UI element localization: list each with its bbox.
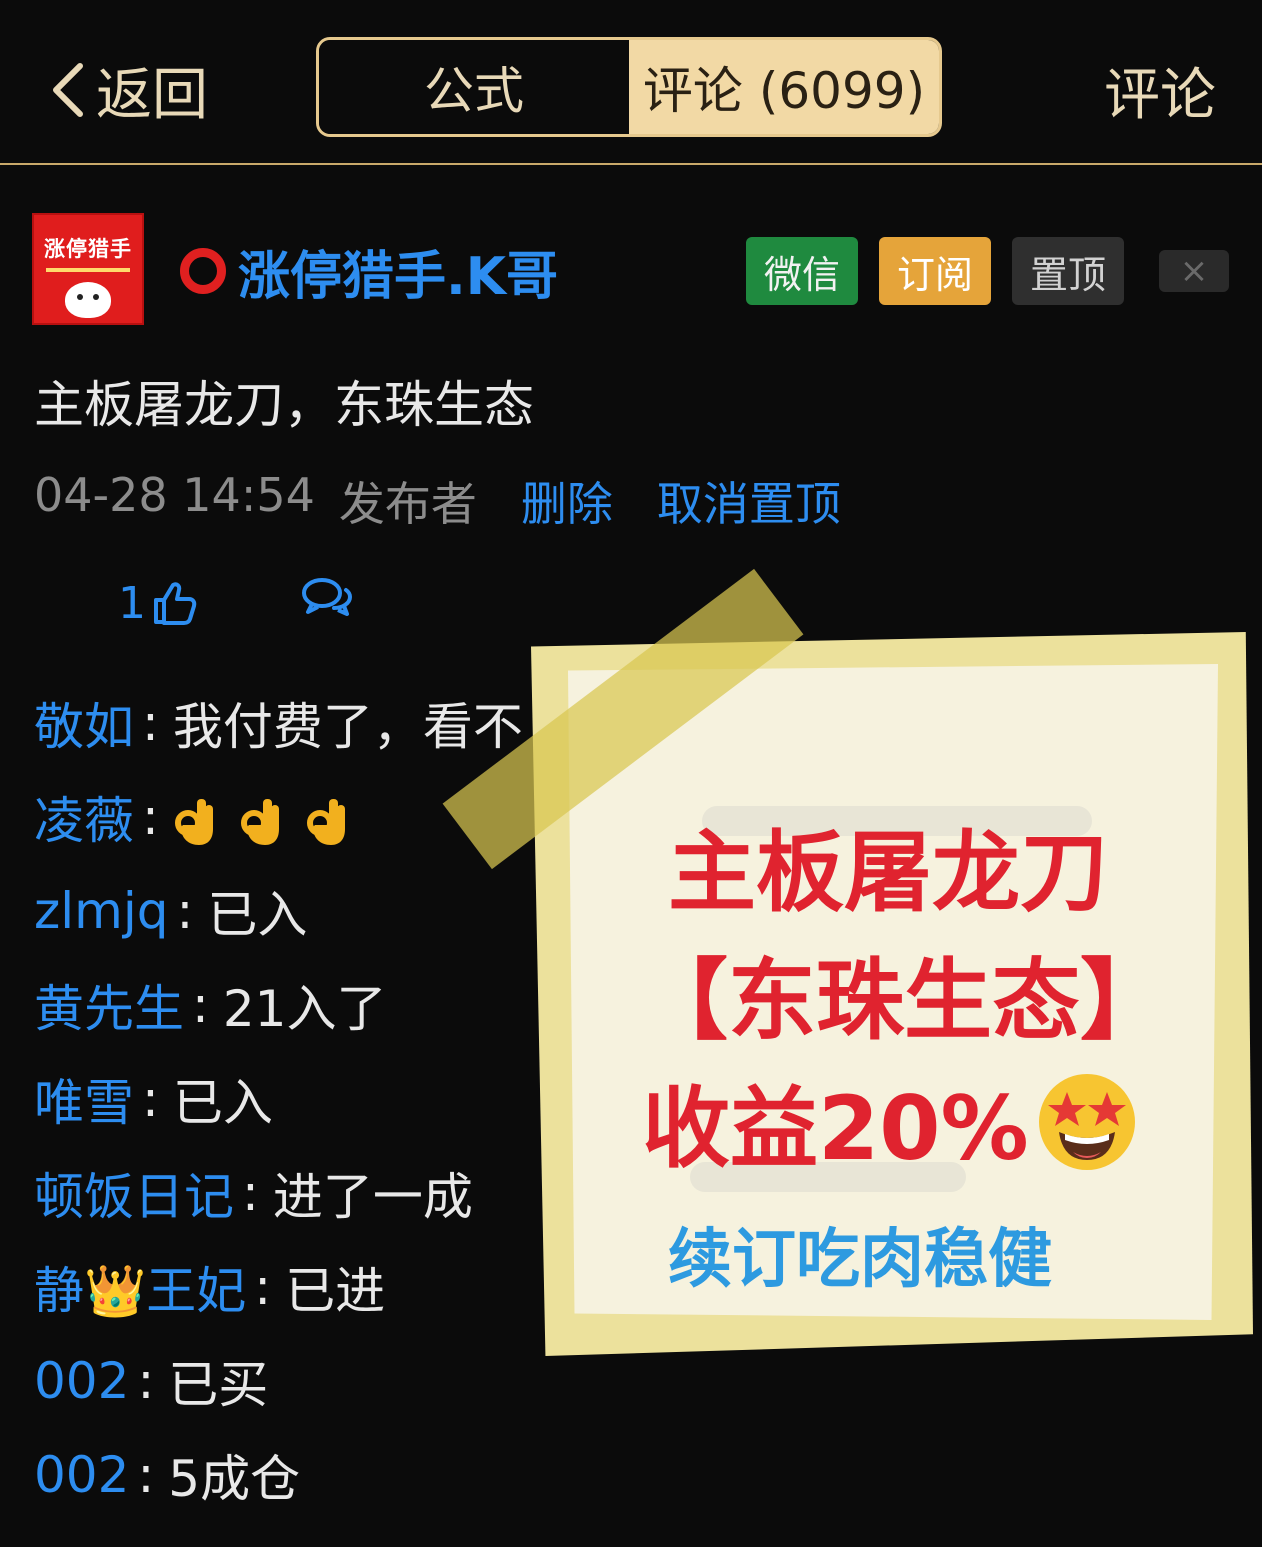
- chevron-left-icon: [53, 63, 83, 117]
- comment-author[interactable]: 顿饭日记: [34, 1157, 234, 1229]
- tab-comments[interactable]: 评论 (6099): [629, 40, 939, 134]
- comment-author[interactable]: 002: [34, 1446, 129, 1504]
- comment-text: 5成仓: [168, 1450, 301, 1508]
- post-actions: 1: [118, 570, 354, 636]
- comment-text: 已买: [168, 1356, 269, 1414]
- pin-button[interactable]: 置顶: [1012, 237, 1124, 305]
- comment-author[interactable]: 黄先生: [34, 969, 184, 1041]
- author-name[interactable]: 涨停猎手.K哥: [180, 233, 558, 309]
- author-name-text: 涨停猎手.K哥: [238, 246, 559, 307]
- note-line-2: 【东珠生态】: [640, 949, 1169, 1052]
- ok-hand-emoji-icon: [306, 798, 345, 845]
- comment-text: 已入: [207, 886, 308, 944]
- comment-author[interactable]: 002: [34, 1352, 129, 1410]
- like-count: 1: [118, 577, 146, 629]
- note-line-3: 收益20%: [642, 1058, 1139, 1185]
- unpin-link[interactable]: 取消置顶: [657, 468, 841, 534]
- segmented-tabs: 公式 评论 (6099): [316, 37, 942, 137]
- like-button[interactable]: 1: [118, 578, 198, 629]
- avatar-logo-stripe: [46, 268, 130, 272]
- comment-text: [173, 787, 371, 847]
- close-icon: ×: [1179, 251, 1209, 291]
- comment-author[interactable]: 唯雪: [34, 1063, 134, 1135]
- comment-author[interactable]: 静👑王妃: [34, 1251, 246, 1323]
- comment-text: 21入了: [222, 980, 387, 1038]
- comment-text: 我付费了，看不: [172, 698, 523, 756]
- reply-button[interactable]: [300, 575, 354, 632]
- ok-hand-emoji-icon: [240, 798, 279, 845]
- comment-item[interactable]: 唯雪: 已入: [34, 1052, 523, 1146]
- comment-item[interactable]: 敬如: 我付费了，看不: [34, 676, 523, 770]
- post-role: 发布者: [338, 477, 477, 531]
- write-comment-button[interactable]: 评论: [1104, 54, 1216, 128]
- close-button[interactable]: ×: [1159, 250, 1229, 292]
- red-circle-icon: [180, 248, 226, 294]
- post-content: 主板屠龙刀，东珠生态: [34, 376, 534, 434]
- delete-link[interactable]: 删除: [521, 468, 613, 534]
- note-line-4: 续订吃肉稳健: [668, 1223, 1052, 1297]
- comment-author[interactable]: 敬如: [34, 687, 134, 759]
- back-button[interactable]: 返回: [48, 54, 208, 128]
- comment-text: 已进: [285, 1262, 386, 1320]
- post-time: 04-28 14:54: [34, 468, 315, 522]
- avatar[interactable]: 涨停猎手: [32, 213, 144, 325]
- top-bar: 返回 公式 评论 (6099) 评论: [0, 0, 1262, 165]
- avatar-logo-text: 涨停猎手: [44, 237, 132, 261]
- chat-bubbles-icon: [302, 577, 353, 616]
- note-line-1: 主板屠龙刀: [668, 821, 1109, 924]
- comment-author[interactable]: zlmjq: [34, 882, 168, 940]
- comment-text: 已入: [172, 1074, 273, 1132]
- tab-formula[interactable]: 公式: [319, 40, 629, 134]
- comment-author[interactable]: 凌薇: [34, 781, 134, 853]
- star-struck-emoji-icon: [1038, 1073, 1135, 1170]
- comment-item[interactable]: 黄先生:21入了: [34, 958, 523, 1052]
- thumbs-up-icon: [154, 582, 197, 625]
- comment-item[interactable]: 静👑王妃: 已进: [34, 1240, 523, 1334]
- comment-text: 进了一成: [272, 1168, 473, 1226]
- back-label: 返回: [96, 62, 208, 128]
- post-meta: 04-28 14:54 发布者 删除 取消置顶: [34, 468, 841, 534]
- subscribe-button[interactable]: 订阅: [879, 237, 991, 305]
- comment-item[interactable]: zlmjq: 已入: [34, 864, 523, 958]
- comment-item[interactable]: 002: 已买: [34, 1334, 523, 1428]
- note-line-3-text: 收益20%: [642, 1077, 1029, 1180]
- comment-item[interactable]: 凌薇:: [34, 770, 523, 864]
- cow-mascot-icon: [65, 282, 111, 318]
- wechat-button[interactable]: 微信: [746, 237, 858, 305]
- comment-item[interactable]: 顿饭日记: 进了一成: [34, 1146, 523, 1240]
- ok-hand-emoji-icon: [174, 798, 213, 845]
- comment-item[interactable]: 002:5成仓: [34, 1428, 523, 1522]
